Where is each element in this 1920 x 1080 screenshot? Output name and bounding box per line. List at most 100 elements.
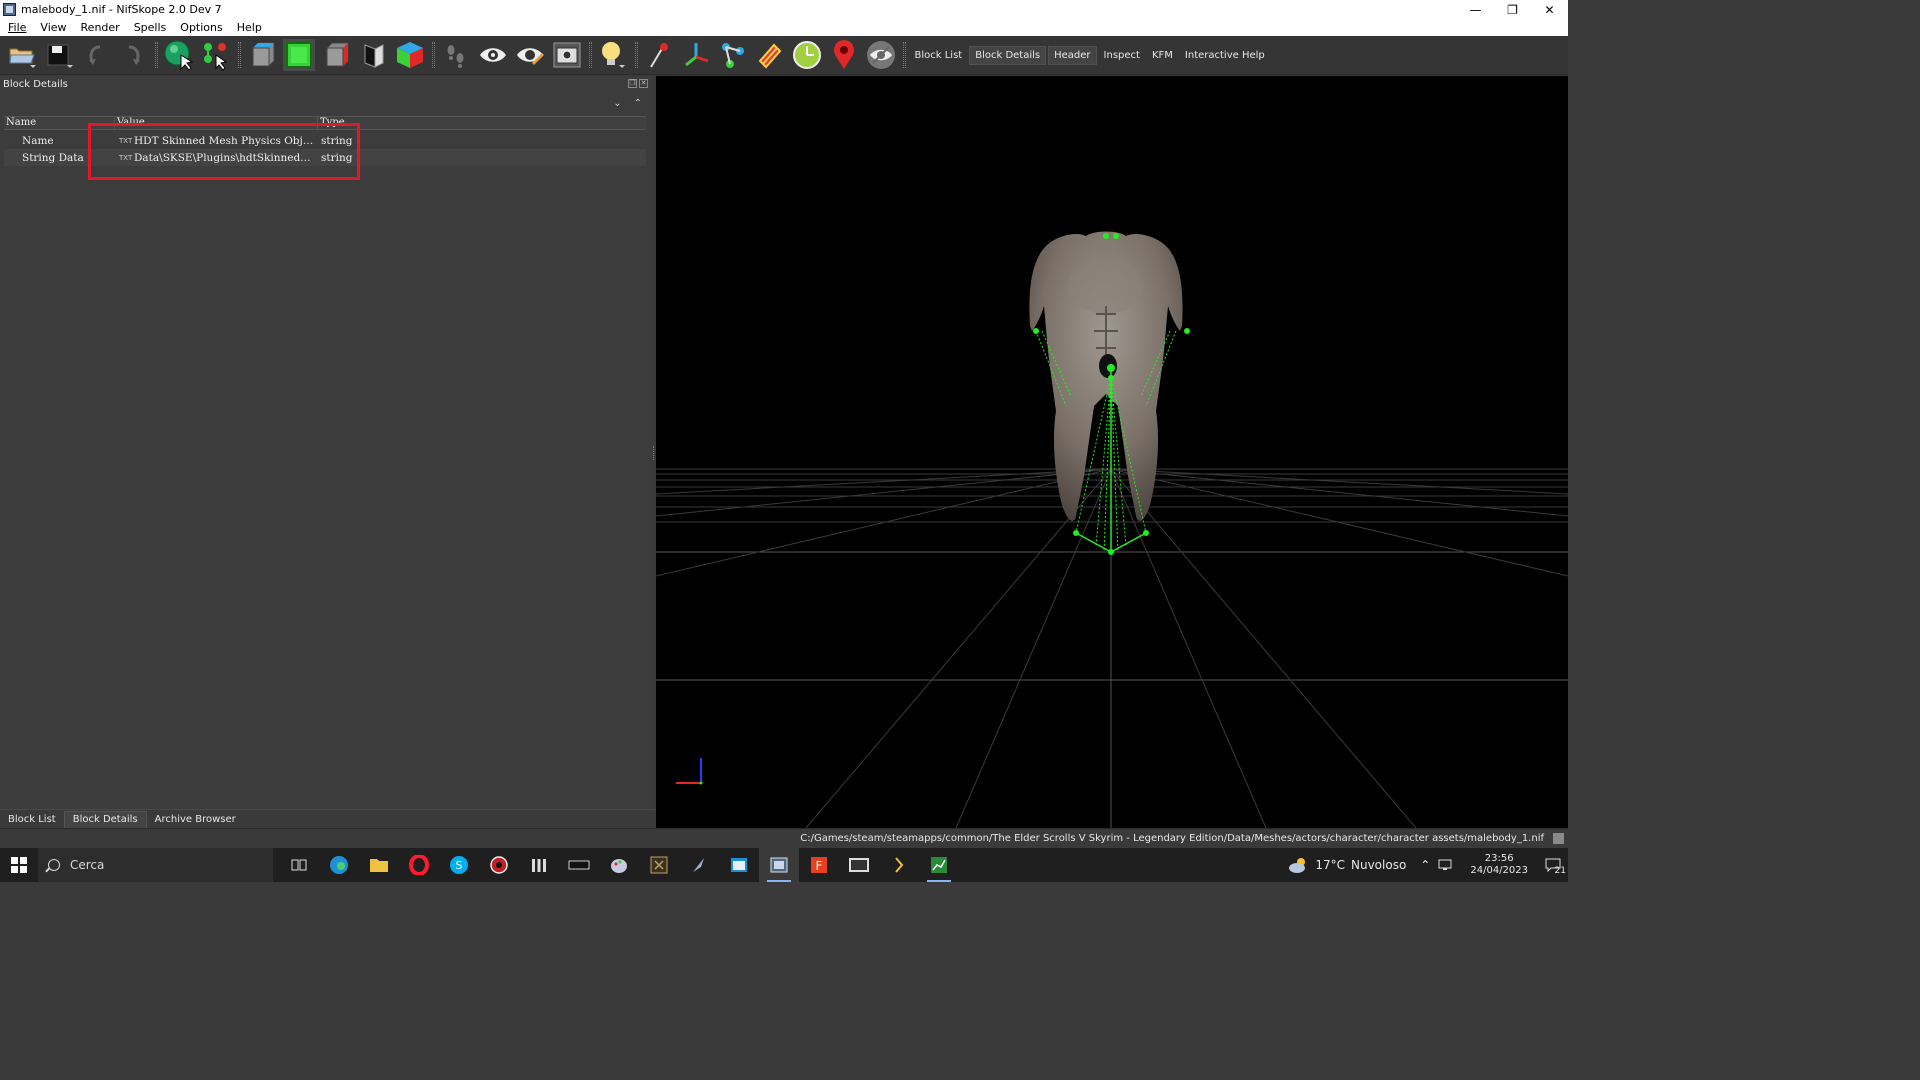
node-pin-icon [650,43,668,68]
view-front-button[interactable] [246,39,278,71]
toggle-block-list[interactable]: Block List [910,47,968,64]
dock-tab-bar: Block List Block Details Archive Browser [0,809,656,828]
edge-browser-icon [330,856,348,874]
toggle-header[interactable]: Header [1048,45,1097,65]
save-file-button[interactable] [43,39,75,71]
tab-block-list[interactable]: Block List [0,812,64,828]
svg-text:F: F [816,859,823,873]
maximize-button[interactable]: ❐ [1494,0,1531,19]
task-view-icon [291,859,307,871]
taskbar-clock[interactable]: 23:56 24/04/2023 [1470,853,1528,877]
notification-count-badge: 21 [1554,866,1566,876]
taskbar-app-paint[interactable] [599,848,639,882]
close-button[interactable]: ✕ [1531,0,1568,19]
view-user-button[interactable] [394,39,426,71]
camera-icon [553,42,581,68]
dock-float-icon[interactable]: ❐ [628,79,637,88]
network-icon[interactable] [1438,858,1454,872]
start-button[interactable] [0,848,38,882]
taskbar-nifskope[interactable] [759,848,799,882]
taskbar-app-notes[interactable] [839,848,879,882]
row-value[interactable]: TXT Data\SKSE\Plugins\hdtSkinnedMeshConf… [115,152,318,164]
hide-overlay-button[interactable] [865,39,897,71]
view-walk-button[interactable] [357,39,389,71]
toggle-kfm[interactable]: KFM [1147,47,1178,64]
expand-all-icon[interactable]: ⌄ [613,98,621,109]
taskbar-search-box[interactable]: Cerca [38,848,273,882]
globe-cursor-icon [164,40,194,71]
show-havok-button[interactable] [754,39,786,71]
toggle-block-details[interactable]: Block Details [969,45,1047,65]
table-row[interactable]: String Data TXT Data\SKSE\Plugins\hdtSki… [4,149,646,166]
dock-close-icon[interactable]: ✕ [639,79,648,88]
axis-gizmo [676,758,703,785]
show-hidden-button[interactable] [477,39,509,71]
menu-options[interactable]: Options [172,21,228,34]
file-icon [1553,833,1564,844]
dock-title: Block Details [3,79,68,90]
taskbar-app-people[interactable] [519,848,559,882]
select-object-button[interactable] [163,39,195,71]
menu-view[interactable]: View [32,21,72,34]
taskbar-app-window[interactable] [719,848,759,882]
column-header-type[interactable]: Type [318,117,378,129]
status-bar: C:/Games/steam/steamapps/common/The Elde… [0,828,1568,848]
open-file-button[interactable] [6,39,38,71]
taskbar-app-feather[interactable] [679,848,719,882]
menu-help[interactable]: Help [229,21,268,34]
3d-viewport[interactable] [656,76,1568,828]
redo-button[interactable] [117,39,149,71]
toggle-interactive-help[interactable]: Interactive Help [1180,47,1270,64]
task-view-button[interactable] [279,848,319,882]
toggle-inspect[interactable]: Inspect [1099,47,1145,64]
taskbar-edge[interactable] [319,848,359,882]
show-hidden-edit-button[interactable] [514,39,546,71]
show-nodes-button[interactable] [643,39,675,71]
select-vertex-button[interactable] [200,39,232,71]
menu-spells[interactable]: Spells [126,21,173,34]
tab-archive-browser[interactable]: Archive Browser [147,812,244,828]
row-value[interactable]: TXT HDT Skinned Mesh Physics Object [42] [115,135,318,147]
row-type: string [321,134,353,147]
tray-chevron-up-icon[interactable]: ⌃ [1420,858,1430,872]
taskbar-opera[interactable] [399,848,439,882]
table-row[interactable]: Name TXT HDT Skinned Mesh Physics Object… [4,132,646,149]
row-value-text: HDT Skinned Mesh Physics Object [42] [134,134,318,147]
view-top-button[interactable] [283,39,315,71]
tree-column-header: Name Value Type [4,116,646,130]
undo-button[interactable] [80,39,112,71]
column-header-value[interactable]: Value [115,117,318,129]
taskbar-skype[interactable]: S [439,848,479,882]
taskbar-app-red-gear[interactable] [479,848,519,882]
taskbar-app-foxit[interactable]: F [799,848,839,882]
taskbar-app-skyrim[interactable] [639,848,679,882]
taskbar-app-chart[interactable] [919,848,959,882]
show-axes-button[interactable] [680,39,712,71]
view-side-button[interactable] [320,39,352,71]
show-furniture-button[interactable] [791,39,823,71]
walk-mode-button[interactable] [440,39,472,71]
weather-widget[interactable]: 17°C Nuvoloso [1287,856,1406,874]
row-name: Name [22,134,54,147]
taskbar-app-mod-manager[interactable] [559,848,599,882]
menu-file[interactable]: File [0,21,32,34]
show-constraints-button[interactable] [717,39,749,71]
taskbar-app-chevron[interactable] [879,848,919,882]
menu-render[interactable]: Render [73,21,126,34]
column-header-name[interactable]: Name [4,117,115,129]
tab-block-details[interactable]: Block Details [63,811,147,828]
lighting-button[interactable] [597,39,629,71]
male-body-mesh [1029,231,1183,521]
show-markers-button[interactable] [828,39,860,71]
screenshot-button[interactable] [551,39,583,71]
floppy-disk-icon [47,44,73,68]
axes-icon [685,43,709,67]
connected-nodes-icon [722,43,744,68]
notifications-button[interactable]: 21 [1538,848,1568,882]
minimize-button[interactable]: — [1457,0,1494,19]
collapse-all-icon[interactable]: ⌃ [634,98,642,109]
mod-manager-icon [568,860,590,870]
map-pin-icon [834,40,854,69]
colored-cube-icon [397,42,423,68]
taskbar-file-explorer[interactable] [359,848,399,882]
